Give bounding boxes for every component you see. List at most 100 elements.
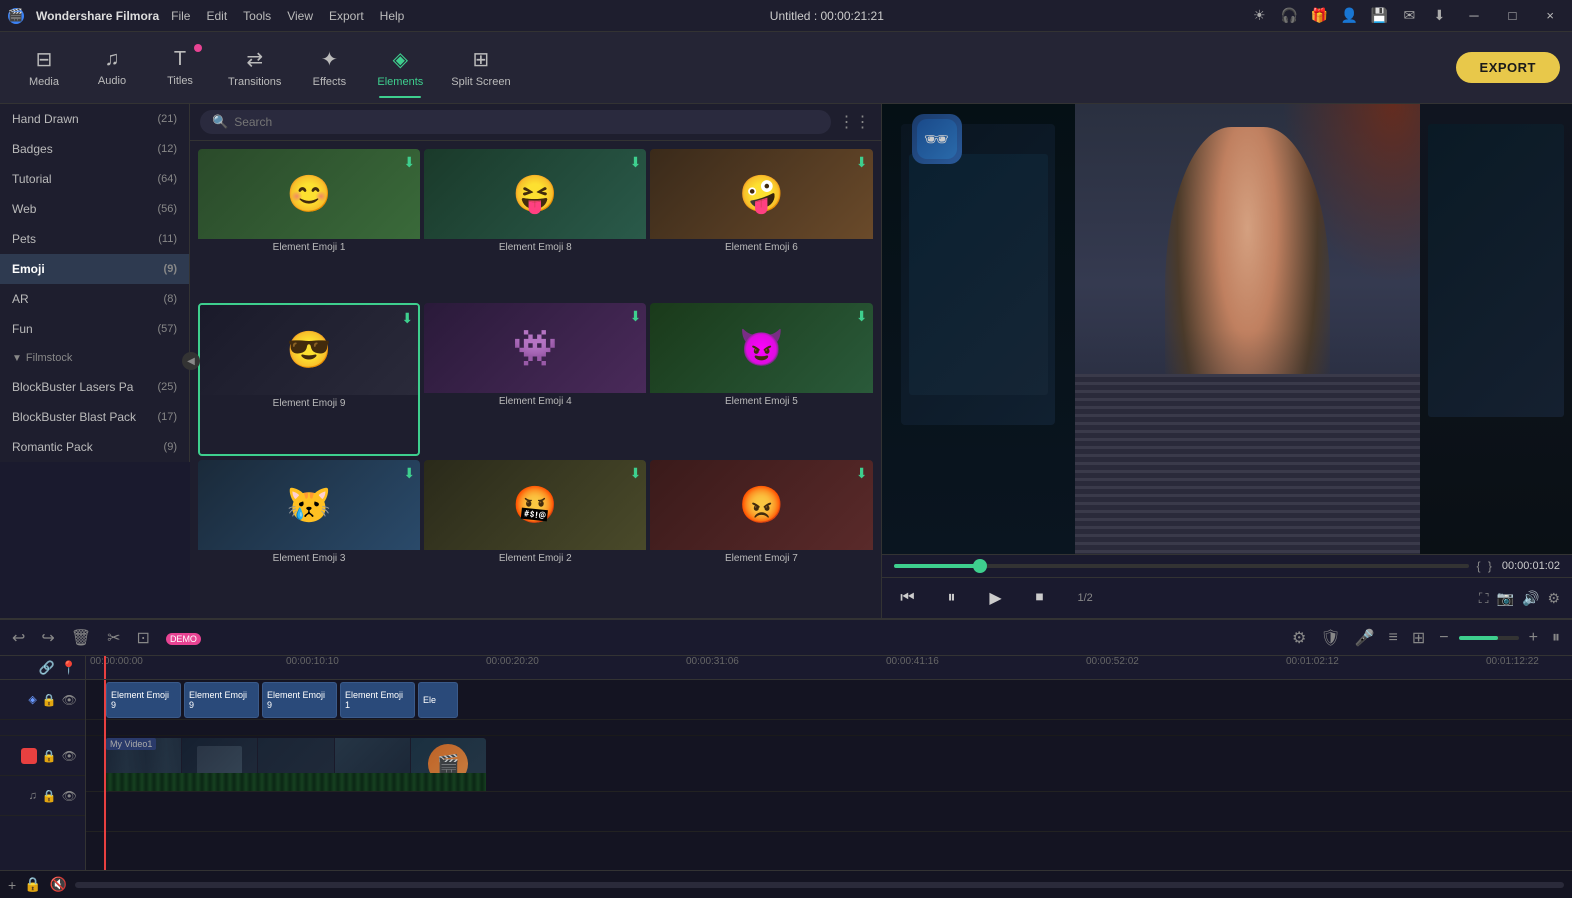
sidebar-label-romantic: Romantic Pack [12,440,93,454]
media-item-emoji8[interactable]: 😝 ⬇ Element Emoji 8 [424,149,646,299]
fullscreen-icon[interactable]: ⛶ [1479,590,1489,607]
media-item-emoji3[interactable]: 😿 ⬇ Element Emoji 3 [198,460,420,610]
menu-file[interactable]: File [171,9,190,23]
menu-help[interactable]: Help [380,9,405,23]
media-label-emoji3: Element Emoji 3 [198,550,420,567]
media-item-emoji4[interactable]: 👾 ⬇ Element Emoji 4 [424,303,646,457]
export-button[interactable]: EXPORT [1456,52,1560,83]
zoom-in-icon[interactable]: + [1525,627,1542,649]
add-track-icon[interactable]: + [8,877,16,893]
download-icon[interactable]: ⬇ [1429,6,1449,26]
video-eye-icon[interactable]: 👁 [62,749,77,763]
settings-wheel-icon[interactable]: ⚙ [1288,626,1310,650]
pause-timeline-icon[interactable]: ⏸ [1548,627,1564,649]
timeline-scrollbar[interactable] [75,882,1564,888]
tool-effects[interactable]: ✦ Effects [297,38,361,98]
sidebar-item-tutorial[interactable]: Tutorial (64) [0,164,189,194]
menu-edit[interactable]: Edit [206,9,227,23]
settings-icon[interactable]: ⚙ [1547,590,1560,607]
sidebar-section-filmstock[interactable]: ▼ Filmstock [0,344,189,372]
volume-icon[interactable]: 🔊 [1522,590,1539,607]
layers-icon[interactable]: ≡ [1385,627,1402,649]
audio-eye-icon[interactable]: 👁 [62,789,77,803]
sidebar-item-handdrawn[interactable]: Hand Drawn (21) [0,104,189,134]
media-item-emoji2[interactable]: 🤬 ⬇ Element Emoji 2 [424,460,646,610]
crop-button[interactable]: ⊡ [133,626,154,650]
rewind-button[interactable]: ⏮ [894,584,922,612]
save-icon[interactable]: 💾 [1369,6,1389,26]
element-lock-icon[interactable]: 🔒 [42,693,57,707]
crop2-icon[interactable]: ⊞ [1408,626,1429,650]
tool-splitscreen[interactable]: ⊞ Split Screen [439,38,522,98]
video-lock-icon[interactable]: 🔒 [42,749,57,763]
shield-icon[interactable]: 🛡 [1316,626,1344,650]
step-back-button[interactable]: ⏸ [938,584,966,612]
sidebar-count-badges: (12) [157,143,177,155]
effects-icon: ✦ [321,47,338,72]
track-link-icon[interactable]: 🔗 [39,660,55,676]
stop-button[interactable]: ⏹ [1026,584,1054,612]
media-item-emoji5[interactable]: 😈 ⬇ Element Emoji 5 [650,303,872,457]
mic-icon[interactable]: 🎤 [1351,626,1379,650]
media-item-emoji9[interactable]: 😎 ⬇ Element Emoji 9 [198,303,420,457]
sidebar-item-badges[interactable]: Badges (12) [0,134,189,164]
video-track-cut-icon[interactable]: ✂ [21,748,37,764]
sidebar-count-ar: (8) [164,293,177,305]
delete-button[interactable]: 🗑 [67,626,95,650]
menu-tools[interactable]: Tools [243,9,271,23]
snapshot-icon[interactable]: 📷 [1497,590,1514,607]
sidebar-item-fun[interactable]: Fun (57) [0,314,189,344]
clip-emoji9-3[interactable]: Element Emoji 9 [262,682,337,718]
record-button[interactable]: DEMO [162,627,205,649]
audio-lock-icon[interactable]: 🔒 [42,789,57,803]
timeline-progress[interactable] [894,564,1469,568]
media-search-bar: 🔍 ⋮⋮ [190,104,881,141]
play-button[interactable]: ▶ [982,584,1010,612]
zoom-out-icon[interactable]: − [1435,627,1452,649]
clip-emoji9-1[interactable]: Element Emoji 9 [106,682,181,718]
sidebar-item-emoji[interactable]: Emoji (9) [0,254,189,284]
undo-button[interactable]: ↩ [8,626,29,650]
media-item-emoji1[interactable]: 😊 ⬇ Element Emoji 1 [198,149,420,299]
tool-audio[interactable]: ♫ Audio [80,38,144,98]
sidebar-item-ar[interactable]: AR (8) [0,284,189,314]
video-track-header: ✂ 🔒 👁 [0,736,85,776]
sidebar-item-blockbuster-blast[interactable]: BlockBuster Blast Pack (17) [0,402,189,432]
mail-icon[interactable]: ✉ [1399,6,1419,26]
tool-titles[interactable]: T Titles [148,38,212,98]
sidebar-item-pets[interactable]: Pets (11) [0,224,189,254]
tool-media[interactable]: ⊟ Media [12,38,76,98]
menu-export[interactable]: Export [329,9,364,23]
menu-view[interactable]: View [287,9,313,23]
redo-button[interactable]: ↪ [37,626,58,650]
cut-button[interactable]: ✂ [103,626,124,650]
media-item-emoji6[interactable]: 🤪 ⬇ Element Emoji 6 [650,149,872,299]
track-snap-icon[interactable]: 📍 [61,660,77,676]
mute-all-icon[interactable]: 🔇 [50,876,67,893]
media-item-emoji7[interactable]: 😡 ⬇ Element Emoji 7 [650,460,872,610]
sidebar-item-romantic[interactable]: Romantic Pack (9) [0,432,189,462]
ruler-2: 00:00:20:20 [486,656,539,667]
sidebar-item-web[interactable]: Web (56) [0,194,189,224]
tool-transitions[interactable]: ⇄ Transitions [216,38,293,98]
search-input[interactable] [234,115,818,129]
clip-emoji1[interactable]: Element Emoji 1 [340,682,415,718]
sidebar-collapse-button[interactable]: ◀ [182,352,200,370]
zoom-slider[interactable] [1459,636,1519,640]
user-icon[interactable]: 👤 [1339,6,1359,26]
clip-ele[interactable]: Ele [418,682,458,718]
tool-elements[interactable]: ◈ Elements [365,38,435,98]
element-eye-icon[interactable]: 👁 [62,693,77,707]
download-icon-7: ⬇ [856,465,868,482]
minimize-button[interactable]: ─ [1459,6,1488,25]
lock-all-icon[interactable]: 🔒 [24,876,41,893]
maximize-button[interactable]: □ [1499,6,1527,25]
clip-emoji9-2[interactable]: Element Emoji 9 [184,682,259,718]
gift-icon[interactable]: 🎁 [1309,6,1329,26]
grid-options-icon[interactable]: ⋮⋮ [839,112,871,132]
sun-icon[interactable]: ☀ [1249,6,1269,26]
progress-handle[interactable] [973,559,987,573]
close-button[interactable]: × [1536,6,1564,25]
headset-icon[interactable]: 🎧 [1279,6,1299,26]
sidebar-item-blockbuster-lasers[interactable]: BlockBuster Lasers Pa (25) [0,372,189,402]
